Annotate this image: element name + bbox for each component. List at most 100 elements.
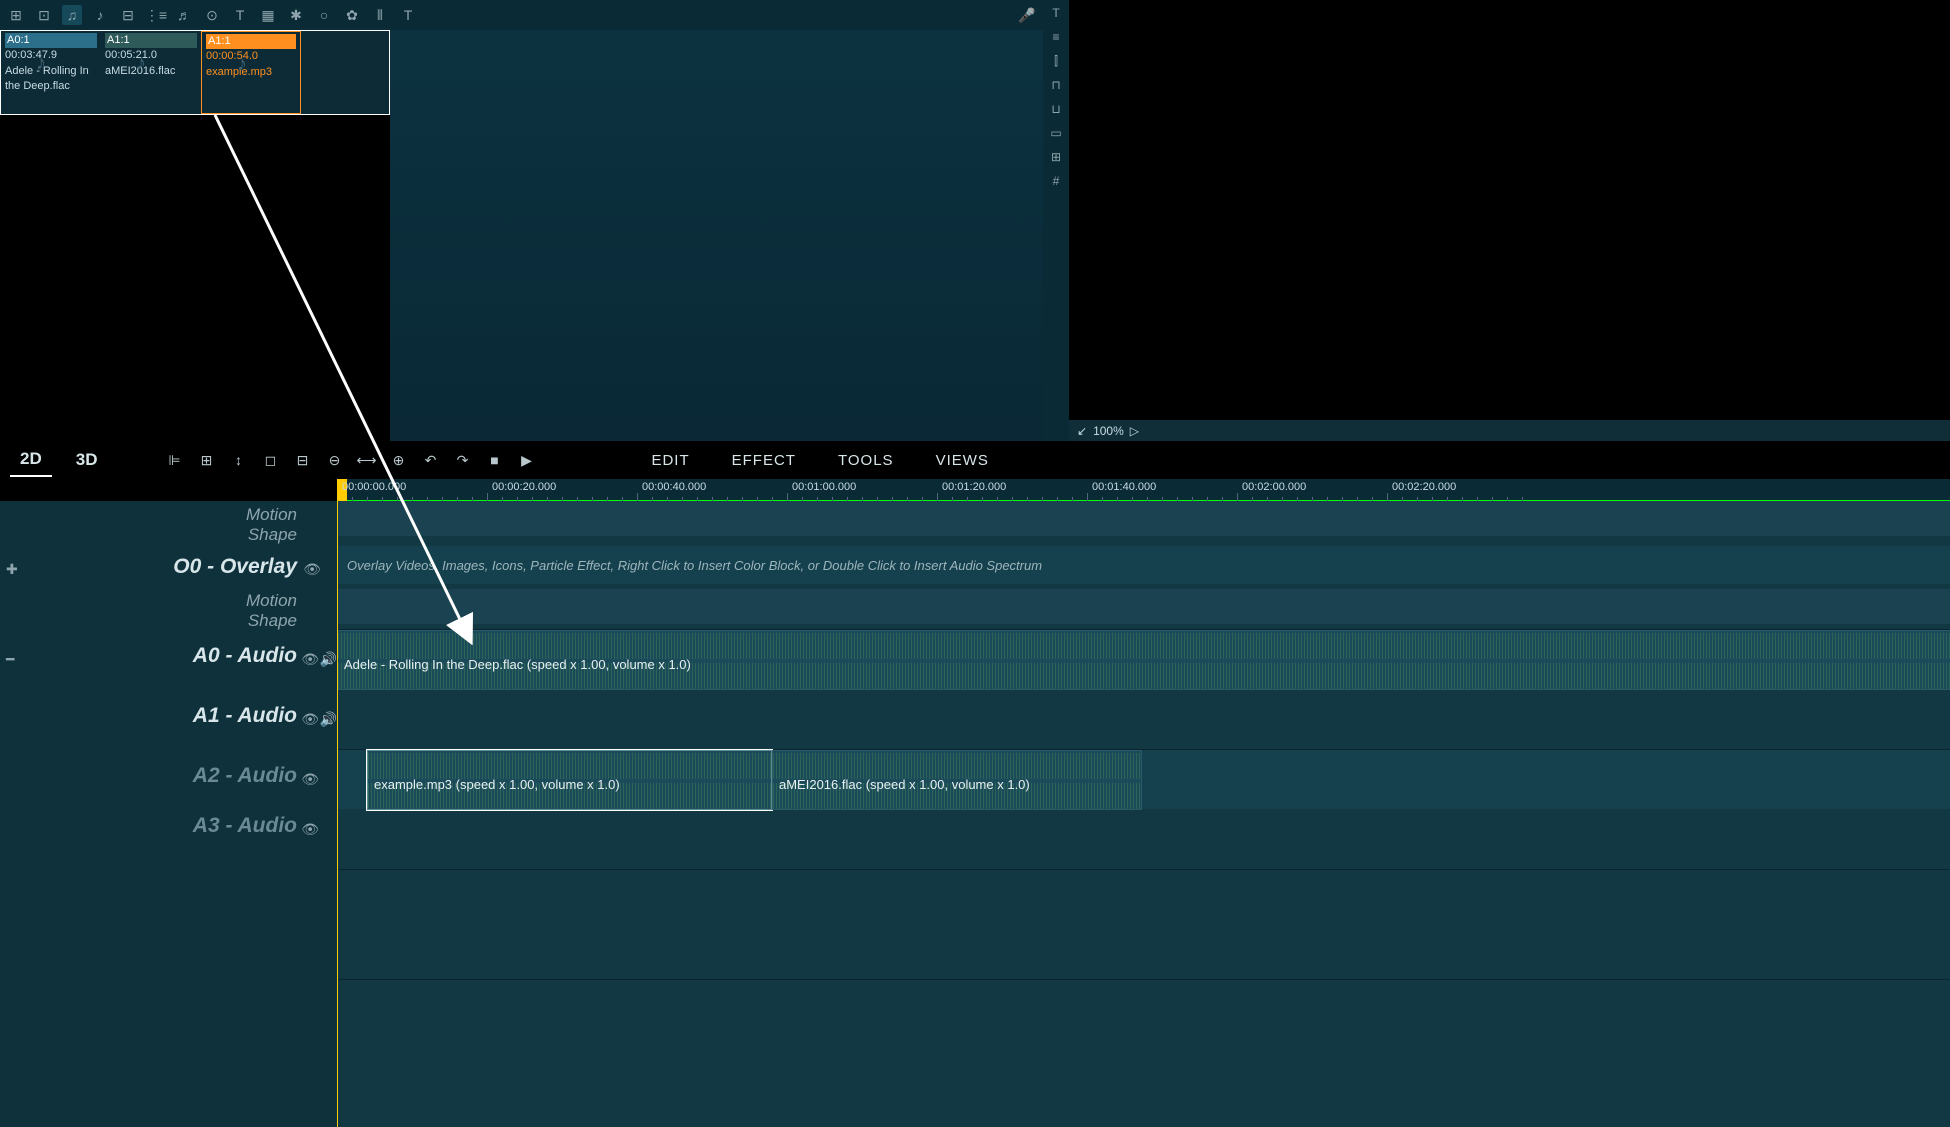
motion-shape-label: MotionShape <box>246 505 297 545</box>
preview-monitor <box>1470 0 1950 441</box>
a3-track[interactable] <box>337 979 1950 1039</box>
tool-icon-12[interactable]: ✿ <box>342 5 362 25</box>
split-icon[interactable]: ⊟ <box>293 451 311 469</box>
zoom-in-icon[interactable]: ⊕ <box>389 451 407 469</box>
side-icon-4[interactable]: ⊔ <box>1047 100 1065 118</box>
menu-tools[interactable]: TOOLS <box>824 452 908 469</box>
tool-icon-10[interactable]: ✱ <box>286 5 306 25</box>
a1-clip-1[interactable]: example.mp3 (speed x 1.00, volume x 1.0) <box>367 750 772 810</box>
eye-icon[interactable]: 👁 <box>301 651 319 668</box>
side-icon-6[interactable]: ⊞ <box>1047 148 1065 166</box>
a0-clip-label: Adele - Rolling In the Deep.flac (speed … <box>344 657 691 672</box>
updown-icon[interactable]: ↕ <box>229 451 247 469</box>
tool-icon-0[interactable]: ⊞ <box>6 5 26 25</box>
add-track-icon[interactable]: ✚ <box>6 561 18 578</box>
speaker-icon[interactable]: 🔊 <box>320 651 337 668</box>
motion-shape-track-2[interactable] <box>337 589 1950 624</box>
preview-area <box>390 30 1043 441</box>
fit-width-icon[interactable]: ⟷ <box>357 451 375 469</box>
side-icon-2[interactable]: ⫿ <box>1047 52 1065 70</box>
grid-icon[interactable]: ⊞ <box>197 451 215 469</box>
clip-item-0[interactable]: A0:1 00:03:47.9 Adele - Rolling In the D… <box>1 31 101 114</box>
ruler-tick: 00:00:20.000 <box>492 481 556 493</box>
clip-header: A0:1 <box>5 33 97 48</box>
motion-shape-label-2: MotionShape <box>246 591 297 631</box>
a3-track-label: A3 - Audio <box>193 814 297 838</box>
tool-icon-11[interactable]: ○ <box>314 5 334 25</box>
tracks-area: MotionShape ✚ O0 - Overlay 👁 MotionShape… <box>0 501 1950 1127</box>
crop-icon[interactable]: ◻ <box>261 451 279 469</box>
align-icon[interactable]: ⊫ <box>165 451 183 469</box>
side-icon-5[interactable]: ▭ <box>1047 124 1065 142</box>
menu-effect[interactable]: EFFECT <box>718 452 810 469</box>
overlay-track[interactable]: Overlay Videos, Images, Icons, Particle … <box>337 546 1950 584</box>
side-icon-7[interactable]: # <box>1047 172 1065 190</box>
clip-bin: A0:1 00:03:47.9 Adele - Rolling In the D… <box>0 30 390 115</box>
eye-icon[interactable]: 👁 <box>301 771 319 788</box>
speaker-icon[interactable]: 🔊 <box>320 711 337 728</box>
tool-icon-7[interactable]: ⊙ <box>202 5 222 25</box>
tool-icon-1[interactable]: ⊡ <box>34 5 54 25</box>
zoom-bar: ↙ 100% ▷ <box>1069 420 1950 441</box>
eye-icon[interactable]: 👁 <box>301 821 319 838</box>
tab-2d[interactable]: 2D <box>10 443 52 477</box>
side-icon-1[interactable]: ≡ <box>1047 28 1065 46</box>
playhead-line[interactable] <box>337 479 338 1127</box>
play-icon[interactable]: ▶ <box>517 451 535 469</box>
top-toolbar: ⊞ ⊡ ♫ ♪ ⊟ ⋮≡ ♬ ⊙ T ▦ ✱ ○ ✿ ⫴ T 🎤 <box>0 0 1043 30</box>
tool-icon-8[interactable]: T <box>230 5 250 25</box>
motion-shape-track[interactable] <box>337 501 1950 536</box>
tool-icon-2[interactable]: ♫ <box>62 5 82 25</box>
zoom-out-icon[interactable]: ⊖ <box>325 451 343 469</box>
ruler-tick: 00:01:00.000 <box>792 481 856 493</box>
side-icon-0[interactable]: T <box>1047 4 1065 22</box>
menu-edit[interactable]: EDIT <box>637 452 703 469</box>
clip-time: 00:05:21.0 <box>105 48 197 63</box>
ruler-tick: 00:00:40.000 <box>642 481 706 493</box>
menu-views[interactable]: VIEWS <box>922 452 1003 469</box>
clip-header: A1:1 <box>105 33 197 48</box>
a1-track-label: A1 - Audio <box>193 704 297 728</box>
a0-track-label: A0 - Audio <box>193 644 297 668</box>
a0-track[interactable]: Adele - Rolling In the Deep.flac (speed … <box>337 629 1950 689</box>
redo-icon[interactable]: ↷ <box>453 451 471 469</box>
audio-thumb-icon: ♪ <box>36 49 46 77</box>
tool-icon-6[interactable]: ♬ <box>174 5 194 25</box>
a0-clip[interactable]: Adele - Rolling In the Deep.flac (speed … <box>337 630 1950 690</box>
tool-icon-3[interactable]: ♪ <box>90 5 110 25</box>
ruler-tick: 00:01:20.000 <box>942 481 1006 493</box>
mic-icon[interactable]: 🎤 <box>1017 5 1037 25</box>
tab-3d[interactable]: 3D <box>66 444 108 476</box>
play-preview-icon[interactable]: ▷ <box>1130 424 1139 438</box>
clip-name: Adele - Rolling In the Deep.flac <box>5 64 97 95</box>
a1-track[interactable]: example.mp3 (speed x 1.00, volume x 1.0)… <box>337 749 1950 809</box>
a1-clip-1-label: example.mp3 (speed x 1.00, volume x 1.0) <box>374 777 620 792</box>
eye-icon[interactable]: 👁 <box>301 711 319 728</box>
clip-name: example.mp3 <box>206 65 296 80</box>
audio-thumb-icon: ♪ <box>136 49 146 77</box>
a1-clip-2[interactable]: aMEI2016.flac (speed x 1.00, volume x 1.… <box>772 750 1142 810</box>
timeline-toolbar: 2D 3D ⊫ ⊞ ↕ ◻ ⊟ ⊖ ⟷ ⊕ ↶ ↷ ■ ▶ EDIT EFFEC… <box>0 441 1950 479</box>
right-sidebar: T ≡ ⫿ ⊓ ⊔ ▭ ⊞ # <box>1043 0 1069 441</box>
fit-icon[interactable]: ↙ <box>1077 424 1087 438</box>
tool-icon-14[interactable]: T <box>398 5 418 25</box>
timeline-ruler[interactable]: 00:00:00.00000:00:20.00000:00:40.00000:0… <box>337 479 1950 501</box>
ruler-tick: 00:02:20.000 <box>1392 481 1456 493</box>
clip-item-1[interactable]: A1:1 00:05:21.0 aMEI2016.flac ♪ <box>101 31 201 114</box>
tool-icon-5[interactable]: ⋮≡ <box>146 5 166 25</box>
a2-track[interactable] <box>337 869 1950 929</box>
remove-track-icon[interactable]: ━ <box>6 651 14 668</box>
ruler-tick: 00:01:40.000 <box>1092 481 1156 493</box>
clip-time: 00:03:47.9 <box>5 48 97 63</box>
tool-icon-13[interactable]: ⫴ <box>370 5 390 25</box>
eye-icon[interactable]: 👁 <box>303 561 321 578</box>
undo-icon[interactable]: ↶ <box>421 451 439 469</box>
ruler-tick: 00:02:00.000 <box>1242 481 1306 493</box>
stop-icon[interactable]: ■ <box>485 451 503 469</box>
side-icon-3[interactable]: ⊓ <box>1047 76 1065 94</box>
track-labels: MotionShape ✚ O0 - Overlay 👁 MotionShape… <box>0 501 337 1127</box>
tool-icon-9[interactable]: ▦ <box>258 5 278 25</box>
tool-icon-4[interactable]: ⊟ <box>118 5 138 25</box>
clip-item-2[interactable]: A1:1 00:00:54.0 example.mp3 ♪ <box>201 31 301 114</box>
clip-time: 00:00:54.0 <box>206 49 296 64</box>
